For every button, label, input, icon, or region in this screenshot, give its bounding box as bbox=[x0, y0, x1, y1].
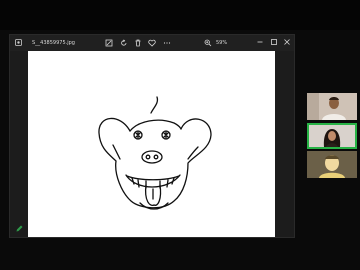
participant-avatar bbox=[309, 125, 355, 147]
participant-video-2[interactable] bbox=[307, 123, 357, 149]
photo-viewer-window: S__43859975.jpg 59% bbox=[9, 34, 295, 238]
image-canvas bbox=[28, 51, 275, 237]
participant-avatar bbox=[307, 151, 357, 178]
photos-app-icon bbox=[15, 39, 22, 46]
zoom-in-icon[interactable] bbox=[204, 39, 212, 47]
edit-image-icon[interactable] bbox=[105, 39, 113, 47]
participant-avatar bbox=[307, 93, 357, 120]
viewer-title-bar: S__43859975.jpg 59% bbox=[10, 35, 294, 51]
rotate-icon[interactable] bbox=[120, 39, 128, 47]
more-icon[interactable] bbox=[163, 39, 171, 47]
viewer-right-margin bbox=[275, 51, 294, 237]
maximize-icon[interactable] bbox=[270, 38, 278, 46]
participant-video-1[interactable] bbox=[307, 93, 357, 120]
meeting-top-bar bbox=[0, 0, 360, 30]
favorite-icon[interactable] bbox=[148, 39, 156, 47]
participant-video-3[interactable] bbox=[307, 151, 357, 178]
close-icon[interactable] bbox=[283, 38, 291, 46]
zoom-level: 59% bbox=[216, 40, 228, 46]
minimize-icon[interactable] bbox=[256, 38, 264, 46]
pen-icon[interactable] bbox=[15, 224, 24, 233]
viewer-left-margin bbox=[10, 51, 28, 237]
meeting-stage: S__43859975.jpg 59% bbox=[0, 0, 360, 270]
file-name: S__43859975.jpg bbox=[32, 40, 75, 46]
delete-icon[interactable] bbox=[134, 39, 142, 47]
doodle-drawing bbox=[98, 96, 212, 210]
